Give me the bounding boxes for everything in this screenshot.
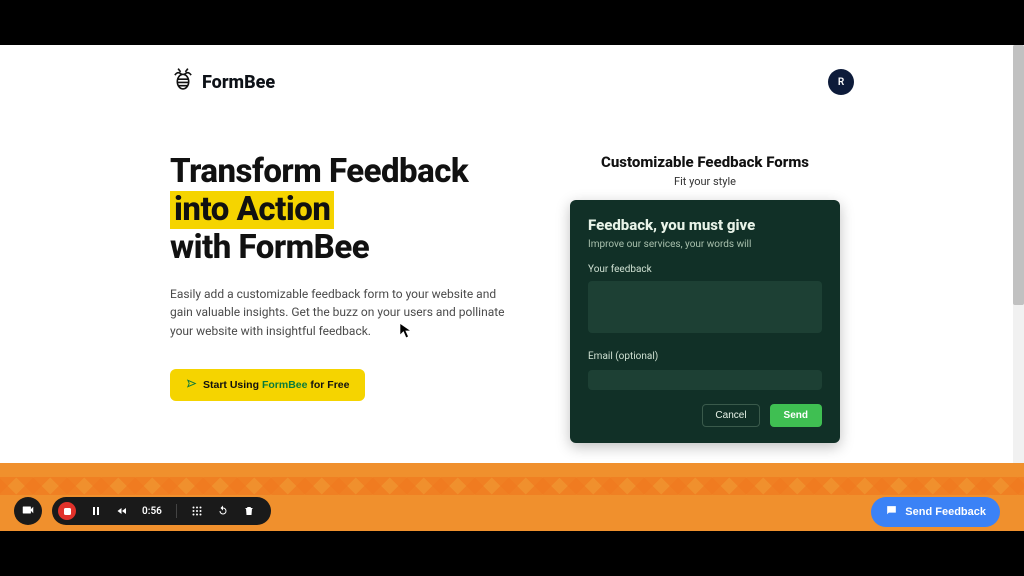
hero-copy: Transform Feedback into Action with Form…: [170, 153, 540, 443]
stop-record-button[interactable]: [58, 502, 76, 520]
user-avatar[interactable]: R: [828, 69, 854, 95]
rewind-button[interactable]: [116, 505, 128, 517]
headline-highlight: into Action: [170, 191, 334, 229]
screen-recorder-toolbar: 0:56: [14, 497, 271, 525]
feedback-label: Your feedback: [588, 264, 822, 275]
send-feedback-label: Send Feedback: [905, 506, 986, 518]
restart-button[interactable]: [217, 505, 229, 517]
send-feedback-button[interactable]: Send Feedback: [871, 497, 1000, 527]
brand-name: FormBee: [202, 72, 275, 93]
preview-title: Customizable Feedback Forms: [570, 153, 840, 171]
grid-icon: [191, 502, 203, 521]
preview-subtitle: Fit your style: [570, 175, 840, 188]
form-actions: Cancel Send: [588, 404, 822, 427]
pause-icon: [90, 502, 102, 521]
cta-label: Start Using FormBee for Free: [203, 379, 349, 391]
restart-icon: [217, 502, 229, 521]
hero-preview: Customizable Feedback Forms Fit your sty…: [570, 153, 840, 443]
brand-logo[interactable]: FormBee: [170, 67, 275, 98]
toolbar-divider: [176, 504, 177, 518]
headline-line3: with FormBee: [170, 228, 369, 267]
bee-icon: [170, 67, 196, 98]
cta-start-free-button[interactable]: Start Using FormBee for Free: [170, 369, 365, 401]
camera-toggle-button[interactable]: [14, 497, 42, 525]
form-tagline: Improve our services, your words will: [588, 239, 822, 250]
page-viewport: FormBee R Transform Feedback into Action…: [0, 45, 1024, 531]
feedback-form-card: Feedback, you must give Improve our serv…: [570, 200, 840, 443]
letterbox-bottom: [0, 531, 1024, 576]
paper-plane-icon: [186, 378, 197, 392]
site-header: FormBee R: [170, 45, 854, 105]
form-heading: Feedback, you must give: [588, 216, 822, 234]
send-button[interactable]: Send: [770, 404, 822, 427]
email-label: Email (optional): [588, 351, 822, 362]
avatar-initial: R: [838, 77, 844, 88]
pause-button[interactable]: [90, 505, 102, 517]
letterbox-top: [0, 0, 1024, 45]
hero-section: Transform Feedback into Action with Form…: [170, 153, 854, 443]
email-field[interactable]: [588, 370, 822, 390]
rewind-icon: [116, 502, 128, 521]
zigzag-pattern: [0, 477, 1024, 495]
chat-icon: [885, 504, 898, 520]
cancel-button[interactable]: Cancel: [702, 404, 759, 427]
headline-line1: Transform Feedback: [170, 152, 468, 191]
trash-icon: [243, 502, 255, 521]
feedback-textarea[interactable]: [588, 281, 822, 333]
hero-subtext: Easily add a customizable feedback form …: [170, 285, 520, 341]
draw-tool-button[interactable]: [191, 505, 203, 517]
delete-recording-button[interactable]: [243, 505, 255, 517]
hero-headline: Transform Feedback into Action with Form…: [170, 153, 540, 267]
recorder-controls: 0:56: [52, 497, 271, 525]
recorder-time: 0:56: [142, 506, 162, 517]
camera-icon: [21, 502, 35, 521]
